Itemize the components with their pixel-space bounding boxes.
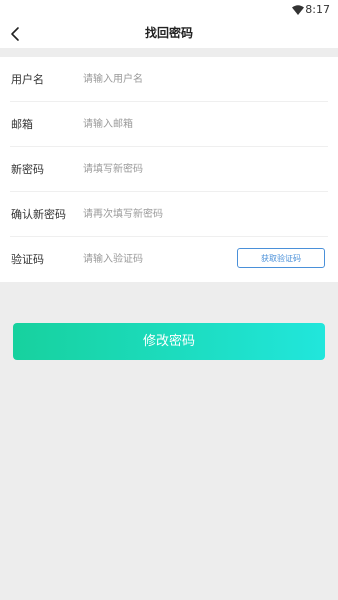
change-password-button[interactable]: 修改密码 [13, 323, 325, 360]
verification-code-label: 验证码 [11, 253, 44, 266]
username-label: 用户名 [11, 73, 44, 86]
verification-code-input[interactable] [83, 249, 223, 269]
confirm-password-row: 确认新密码 [0, 192, 338, 237]
username-input[interactable] [83, 69, 228, 89]
email-row: 邮箱 [0, 102, 338, 147]
section-gap [0, 48, 338, 57]
confirm-password-label: 确认新密码 [11, 208, 66, 221]
recover-password-form: 用户名 邮箱 新密码 确认新密码 验证码 获取验证码 [0, 57, 338, 282]
page-title: 找回密码 [144, 26, 193, 40]
username-row: 用户名 [0, 57, 338, 102]
confirm-password-input[interactable] [83, 204, 228, 224]
header-bar: 找回密码 [0, 20, 338, 48]
new-password-input[interactable] [83, 159, 228, 179]
wifi-icon [292, 5, 304, 15]
new-password-row: 新密码 [0, 147, 338, 192]
status-time: 8:17 [305, 3, 330, 16]
email-label: 邮箱 [11, 118, 33, 131]
status-bar: 8:17 [0, 0, 338, 20]
get-verification-code-button[interactable]: 获取验证码 [237, 248, 325, 268]
email-input[interactable] [83, 114, 228, 134]
new-password-label: 新密码 [11, 163, 44, 176]
